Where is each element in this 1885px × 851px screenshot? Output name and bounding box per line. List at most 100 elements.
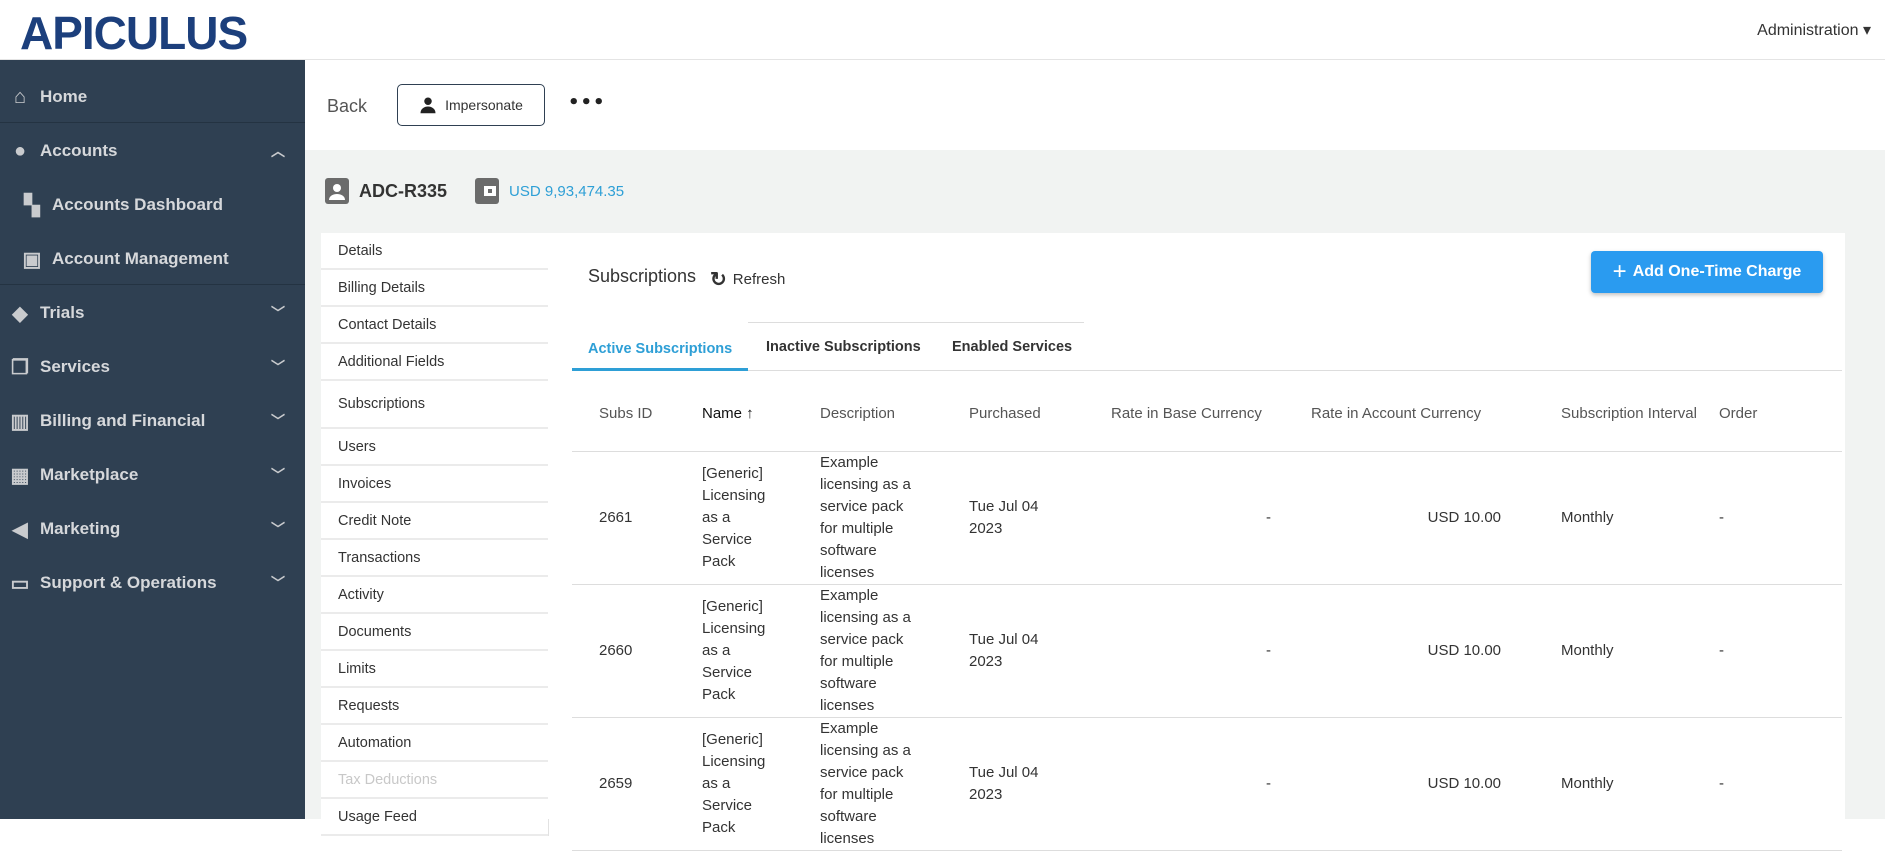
refresh-icon: ↻	[710, 269, 727, 291]
add-button-label: Add One-Time Charge	[1632, 263, 1802, 280]
sidebar-item-label: Account Management	[52, 249, 229, 268]
tab-active-subscriptions[interactable]: Active Subscriptions	[572, 322, 748, 371]
sidebar-item-services[interactable]: ❐ Services ﹀	[0, 340, 305, 394]
chevron-icon[interactable]: ﹀	[271, 519, 285, 539]
table-row[interactable]: 2661 [Generic] Licensing as a Service Pac…	[572, 451, 1842, 585]
library-icon: ❐	[11, 356, 29, 379]
column-header-rate-in-account-currency[interactable]: Rate in Account Currency	[1271, 393, 1509, 452]
chevron-icon[interactable]: ﹀	[271, 465, 285, 485]
tab-enabled-services[interactable]: Enabled Services	[952, 322, 1072, 371]
column-header-purchased[interactable]: Purchased	[969, 393, 1111, 452]
cell-subs-id: 2660	[572, 584, 702, 718]
submenu-item-credit-note[interactable]: Credit Note	[321, 503, 548, 540]
sidebar-item-label: Home	[40, 87, 88, 106]
megaphone-icon: ◀	[12, 518, 28, 541]
sidebar-item-billing-and-financial[interactable]: ▥ Billing and Financial ﹀	[0, 394, 305, 448]
cell-text: 2659	[599, 774, 633, 792]
table-row[interactable]: 2660 [Generic] Licensing as a Service Pac…	[572, 584, 1842, 718]
sidebar-item-accounts[interactable]: ● Accounts ︿	[0, 124, 305, 178]
cell-text: [Generic] Licensing as a Service Pack	[702, 597, 766, 703]
sidebar-item-home[interactable]: ⌂ Home	[0, 70, 305, 124]
cell-order: -	[1719, 451, 1842, 585]
more-options-icon[interactable]: •••	[568, 92, 606, 113]
sidebar-item-label: Services	[40, 357, 110, 376]
sidebar-item-accounts-dashboard[interactable]: ▚ Accounts Dashboard	[0, 178, 305, 232]
sidebar-item-label: Accounts	[40, 141, 118, 160]
cell-rate-in-base-currency: -	[1111, 717, 1271, 851]
impersonate-button[interactable]: Impersonate	[397, 84, 545, 126]
column-header-subscription-interval[interactable]: Subscription Interval	[1509, 393, 1719, 452]
sidebar-item-marketplace[interactable]: ▦ Marketplace ﹀	[0, 448, 305, 502]
column-header-description[interactable]: Description	[820, 393, 969, 452]
column-header-subs-id[interactable]: Subs ID	[572, 393, 702, 452]
submenu-item-documents[interactable]: Documents	[321, 614, 548, 651]
cell-text: Tue Jul 04 2023	[969, 497, 1039, 537]
dashboard-icon: ▚	[24, 194, 40, 217]
cell-rate-in-base-currency: -	[1111, 451, 1271, 585]
sidebar-item-label: Support & Operations	[40, 573, 217, 592]
cell-text: Monthly	[1561, 508, 1614, 526]
sidebar-item-marketing[interactable]: ◀ Marketing ﹀	[0, 502, 305, 556]
back-link[interactable]: Back	[327, 96, 367, 117]
sidebar-item-label: Marketing	[40, 519, 121, 538]
sidebar-item-label: Marketplace	[40, 465, 139, 484]
apiculus-logo[interactable]: APICULUS	[20, 6, 248, 60]
cell-description: Example licensing as a service pack for …	[820, 717, 969, 851]
cell-text: Example licensing as a service pack for …	[820, 586, 911, 714]
column-header-name[interactable]: Name ↑	[702, 393, 820, 452]
submenu-item-transactions[interactable]: Transactions	[321, 540, 548, 577]
submenu-item-invoices[interactable]: Invoices	[321, 466, 548, 503]
cell-text: Tue Jul 04 2023	[969, 630, 1039, 670]
action-bar: Back Impersonate •••	[305, 60, 1885, 150]
submenu-item-additional-fields[interactable]: Additional Fields	[321, 344, 548, 381]
submenu-item-users[interactable]: Users	[321, 429, 548, 466]
submenu-item-billing-details[interactable]: Billing Details	[321, 270, 548, 307]
submenu-item-usage-feed[interactable]: Usage Feed	[321, 799, 548, 836]
submenu-item-contact-details[interactable]: Contact Details	[321, 307, 548, 344]
account-balance[interactable]: USD 9,93,474.35	[509, 183, 624, 200]
cell-order: -	[1719, 584, 1842, 718]
sidebar-divider	[0, 284, 305, 285]
column-header-rate-in-base-currency[interactable]: Rate in Base Currency	[1111, 393, 1271, 452]
panel-title: Subscriptions	[588, 266, 697, 286]
submenu-item-subscriptions[interactable]: Subscriptions	[321, 381, 548, 429]
impersonate-label: Impersonate	[445, 97, 523, 113]
cell-text: USD 10.00	[1427, 508, 1501, 526]
add-one-time-charge-button[interactable]: + Add One-Time Charge	[1591, 251, 1823, 293]
submenu-item-requests[interactable]: Requests	[321, 688, 548, 725]
cell-text: -	[1719, 774, 1724, 792]
sidebar-item-account-management[interactable]: ▣ Account Management	[0, 232, 305, 286]
cell-subscription-interval: Monthly	[1509, 451, 1719, 585]
chevron-icon[interactable]: ﹀	[271, 573, 285, 593]
administration-menu[interactable]: Administration ▾	[1757, 20, 1871, 40]
column-header-order[interactable]: Order	[1719, 393, 1842, 452]
submenu-item-automation[interactable]: Automation	[321, 725, 548, 762]
tab-inactive-subscriptions[interactable]: Inactive Subscriptions	[766, 322, 921, 371]
cell-text: Tue Jul 04 2023	[969, 763, 1039, 803]
sidebar-item-label: Trials	[40, 303, 85, 322]
cell-name: [Generic] Licensing as a Service Pack	[702, 717, 820, 851]
sidebar-item-label: Accounts Dashboard	[52, 195, 223, 214]
chevron-icon[interactable]: ﹀	[271, 411, 285, 431]
subscriptions-panel: Subscriptions ↻ Refresh + Add One-Time C…	[548, 233, 1845, 851]
cell-purchased: Tue Jul 04 2023	[969, 717, 1111, 851]
sidebar-item-support-operations[interactable]: ▭ Support & Operations ﹀	[0, 556, 305, 610]
chevron-icon[interactable]: ﹀	[271, 357, 285, 377]
submenu-item-limits[interactable]: Limits	[321, 651, 548, 688]
cell-description: Example licensing as a service pack for …	[820, 451, 969, 585]
submenu-item-activity[interactable]: Activity	[321, 577, 548, 614]
plus-icon: +	[1612, 258, 1627, 285]
sidebar-item-trials[interactable]: ◆ Trials ﹀	[0, 286, 305, 340]
cell-rate-in-account-currency: USD 10.00	[1271, 451, 1509, 585]
chevron-icon[interactable]: ︿	[271, 141, 285, 161]
top-bar: APICULUS Administration ▾	[0, 0, 1885, 60]
account-submenu: Details Billing Details Contact Details Add…	[321, 233, 549, 836]
bank-icon: ▥	[10, 410, 30, 433]
cell-purchased: Tue Jul 04 2023	[969, 584, 1111, 718]
refresh-button[interactable]: ↻ Refresh	[710, 267, 785, 292]
table-row[interactable]: 2659 [Generic] Licensing as a Service Pac…	[572, 717, 1842, 851]
cell-text: -	[1266, 641, 1271, 659]
chevron-icon[interactable]: ﹀	[271, 303, 285, 323]
submenu-item-details[interactable]: Details	[321, 233, 548, 270]
cell-subs-id: 2659	[572, 717, 702, 851]
